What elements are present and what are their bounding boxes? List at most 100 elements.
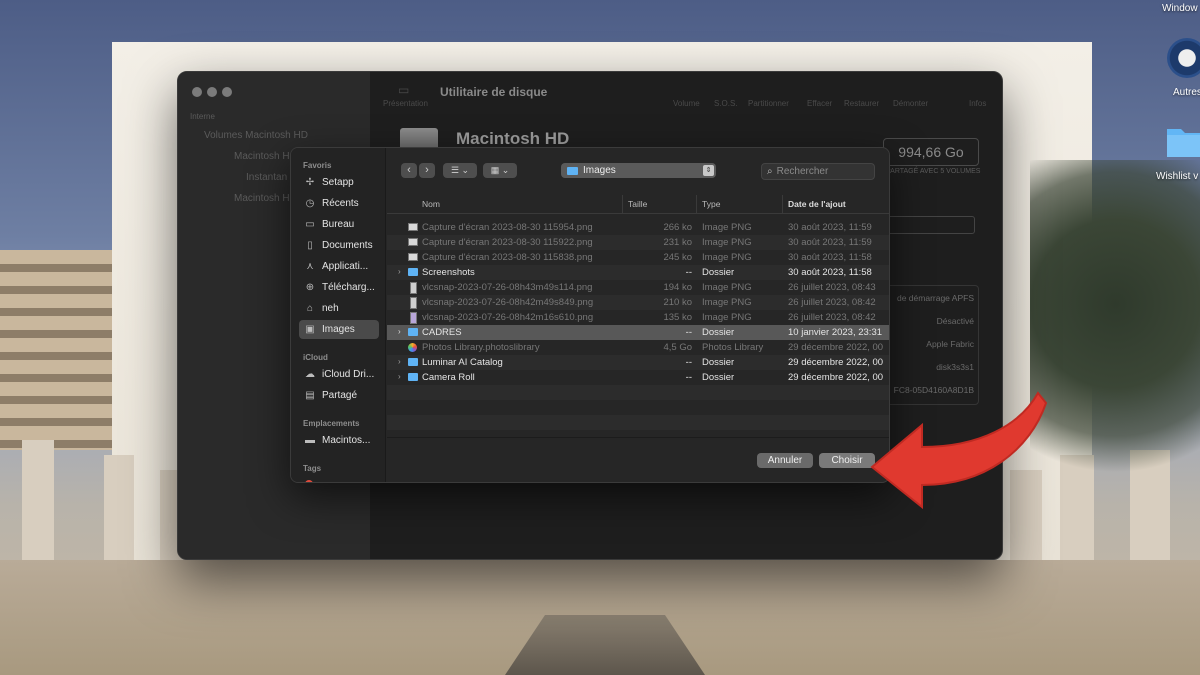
toolbar-unmount-button[interactable]: Démonter [893, 99, 928, 108]
folder-row-selected[interactable]: › CADRES -- Dossier 10 janvier 2023, 23:… [387, 325, 889, 340]
sidebar-item-recents[interactable]: ◷ Récents [299, 194, 379, 213]
sidebar-item-applications[interactable]: ⋏ Applicati... [299, 257, 379, 276]
toolbar-info-button[interactable]: Infos [969, 99, 986, 108]
file-size: 266 ko [663, 221, 692, 233]
wallpaper-tree [1030, 160, 1200, 520]
toolbar-erase-button[interactable]: Effacer [807, 99, 832, 108]
file-date: 10 janvier 2023, 23:31 [788, 326, 883, 338]
file-row[interactable]: Capture d'écran 2023-08-30 115922.png 23… [387, 235, 889, 250]
toolbar-sos-button[interactable]: S.O.S. [714, 99, 738, 108]
disk-name: Macintosh HD [456, 129, 570, 148]
cancel-button[interactable]: Annuler [757, 453, 813, 468]
toolbar-volume-button[interactable]: Volume [673, 99, 700, 108]
column-header-date-added[interactable]: Date de l'ajout [788, 199, 846, 209]
folder-icon[interactable] [1165, 123, 1200, 159]
disclosure-triangle-icon[interactable]: › [398, 372, 401, 381]
column-header-type[interactable]: Type [702, 199, 720, 209]
file-type: Dossier [702, 326, 735, 338]
file-size: 135 ko [663, 311, 692, 323]
cloud-icon: ☁ [305, 368, 315, 380]
search-field[interactable]: ⌕ [761, 163, 875, 180]
toolbar-restore-button[interactable]: Restaurer [844, 99, 879, 108]
list-view-button[interactable]: ☰ ⌄ [443, 163, 477, 178]
usage-bar [885, 216, 975, 234]
sidebar-item-downloads[interactable]: ⊕ Télécharg... [299, 278, 379, 297]
sidebar-item-volumes[interactable]: Volumes Macintosh HD [204, 130, 308, 141]
column-header-name[interactable]: Nom [422, 199, 440, 209]
column-divider[interactable] [696, 195, 697, 213]
download-icon: ⊕ [305, 281, 315, 293]
empty-row [387, 415, 889, 430]
file-row[interactable]: vlcsnap-2023-07-26-08h43m49s114.png 194 … [387, 280, 889, 295]
shared-folder-icon: ▤ [305, 389, 315, 401]
home-icon: ⌂ [306, 302, 314, 314]
folder-row[interactable]: › Luminar AI Catalog -- Dossier 29 décem… [387, 355, 889, 370]
sidebar-item-setapp[interactable]: ✢ Setapp [299, 173, 379, 192]
grid-icon: ▦ ⌄ [490, 165, 510, 175]
file-size: 4,5 Go [663, 341, 692, 353]
disclosure-triangle-icon[interactable]: › [398, 267, 401, 276]
folder-row[interactable]: › Camera Roll -- Dossier 29 décembre 202… [387, 370, 889, 385]
sidebar-item-images[interactable]: ▣ Images [299, 320, 379, 339]
search-input[interactable] [776, 166, 867, 177]
minimize-window-button[interactable] [207, 87, 217, 97]
sidebar-item-macintosh-hd[interactable]: ▬ Macintos... [299, 431, 379, 450]
column-header-size[interactable]: Taille [628, 199, 647, 209]
sidebar-item-label: Documents [322, 240, 373, 251]
sidebar-item-home[interactable]: ⌂ neh [299, 299, 379, 318]
toolbar-partition-button[interactable]: Partitionner [748, 99, 789, 108]
folder-icon [408, 373, 418, 381]
file-row[interactable]: Capture d'écran 2023-08-30 115954.png 26… [387, 220, 889, 235]
sidebar-toggle-icon[interactable]: ▭ [398, 83, 409, 97]
file-size: -- [685, 266, 692, 278]
desktop-icon-label[interactable]: Wishlist v [1156, 171, 1198, 182]
location-popup[interactable]: Images ⇕ [561, 163, 716, 178]
column-divider[interactable] [782, 195, 783, 213]
chevron-updown-icon: ⇕ [703, 165, 714, 176]
zoom-window-button[interactable] [222, 87, 232, 97]
file-row[interactable]: Photos Library.photoslibrary 4,5 Go Phot… [387, 340, 889, 355]
file-row[interactable]: vlcsnap-2023-07-26-08h42m49s849.png 210 … [387, 295, 889, 310]
sidebar-section-internal: Interne [190, 112, 215, 121]
sidebar-item-icloud-drive[interactable]: ☁ iCloud Dri... [299, 365, 379, 384]
back-button[interactable]: ‹ [401, 163, 417, 178]
file-type: Dossier [702, 371, 735, 383]
sidebar-item-volume[interactable]: Macintosh H [234, 193, 290, 204]
red-tag-icon[interactable] [305, 480, 313, 482]
file-name: Luminar AI Catalog [422, 356, 503, 368]
info-value: de démarrage APFS [896, 293, 974, 303]
close-window-button[interactable] [192, 87, 202, 97]
sidebar-item-desktop[interactable]: ▭ Bureau [299, 215, 379, 234]
forward-button[interactable]: › [419, 163, 435, 178]
file-size: -- [685, 371, 692, 383]
sidebar-item-volume[interactable]: Macintosh H [234, 151, 290, 162]
file-row[interactable]: vlcsnap-2023-07-26-08h42m16s610.png 135 … [387, 310, 889, 325]
file-row[interactable]: Capture d'écran 2023-08-30 115838.png 24… [387, 250, 889, 265]
column-divider[interactable] [622, 195, 623, 213]
toolbar-presentation-label: Présentation [383, 99, 428, 108]
disclosure-triangle-icon[interactable]: › [398, 357, 401, 366]
file-type: Photos Library [702, 341, 764, 353]
chevron-left-icon: ‹ [407, 164, 411, 176]
folder-icon [567, 166, 578, 175]
sidebar-item-documents[interactable]: ▯ Documents [299, 236, 379, 255]
file-type: Image PNG [702, 236, 752, 248]
sidebar-item-label: Bureau [322, 219, 355, 230]
sidebar-item-label: Partagé [322, 390, 358, 401]
grid-view-button[interactable]: ▦ ⌄ [483, 163, 517, 178]
capacity-subtitle: PARTAGÉ AVEC 5 VOLUMES [886, 168, 981, 175]
sidebar-item-shared[interactable]: ▤ Partagé [299, 386, 379, 405]
photos-library-icon [408, 343, 417, 352]
sidebar-item-label: Applicati... [322, 261, 369, 272]
file-date: 29 décembre 2022, 00 [788, 371, 884, 383]
file-type: Dossier [702, 356, 735, 368]
window-title: Utilitaire de disque [440, 85, 548, 99]
clock-icon: ◷ [305, 197, 315, 209]
folder-row[interactable]: › Screenshots -- Dossier 30 août 2023, 1… [387, 265, 889, 280]
disclosure-triangle-icon[interactable]: › [398, 327, 401, 336]
empty-row [387, 385, 889, 400]
desktop-icon-label[interactable]: Autres [1173, 87, 1200, 98]
file-name: Capture d'écran 2023-08-30 115954.png [422, 221, 593, 233]
sidebar-item-snapshot[interactable]: Instantan [246, 172, 287, 183]
skull-volume-icon[interactable] [1167, 38, 1200, 78]
